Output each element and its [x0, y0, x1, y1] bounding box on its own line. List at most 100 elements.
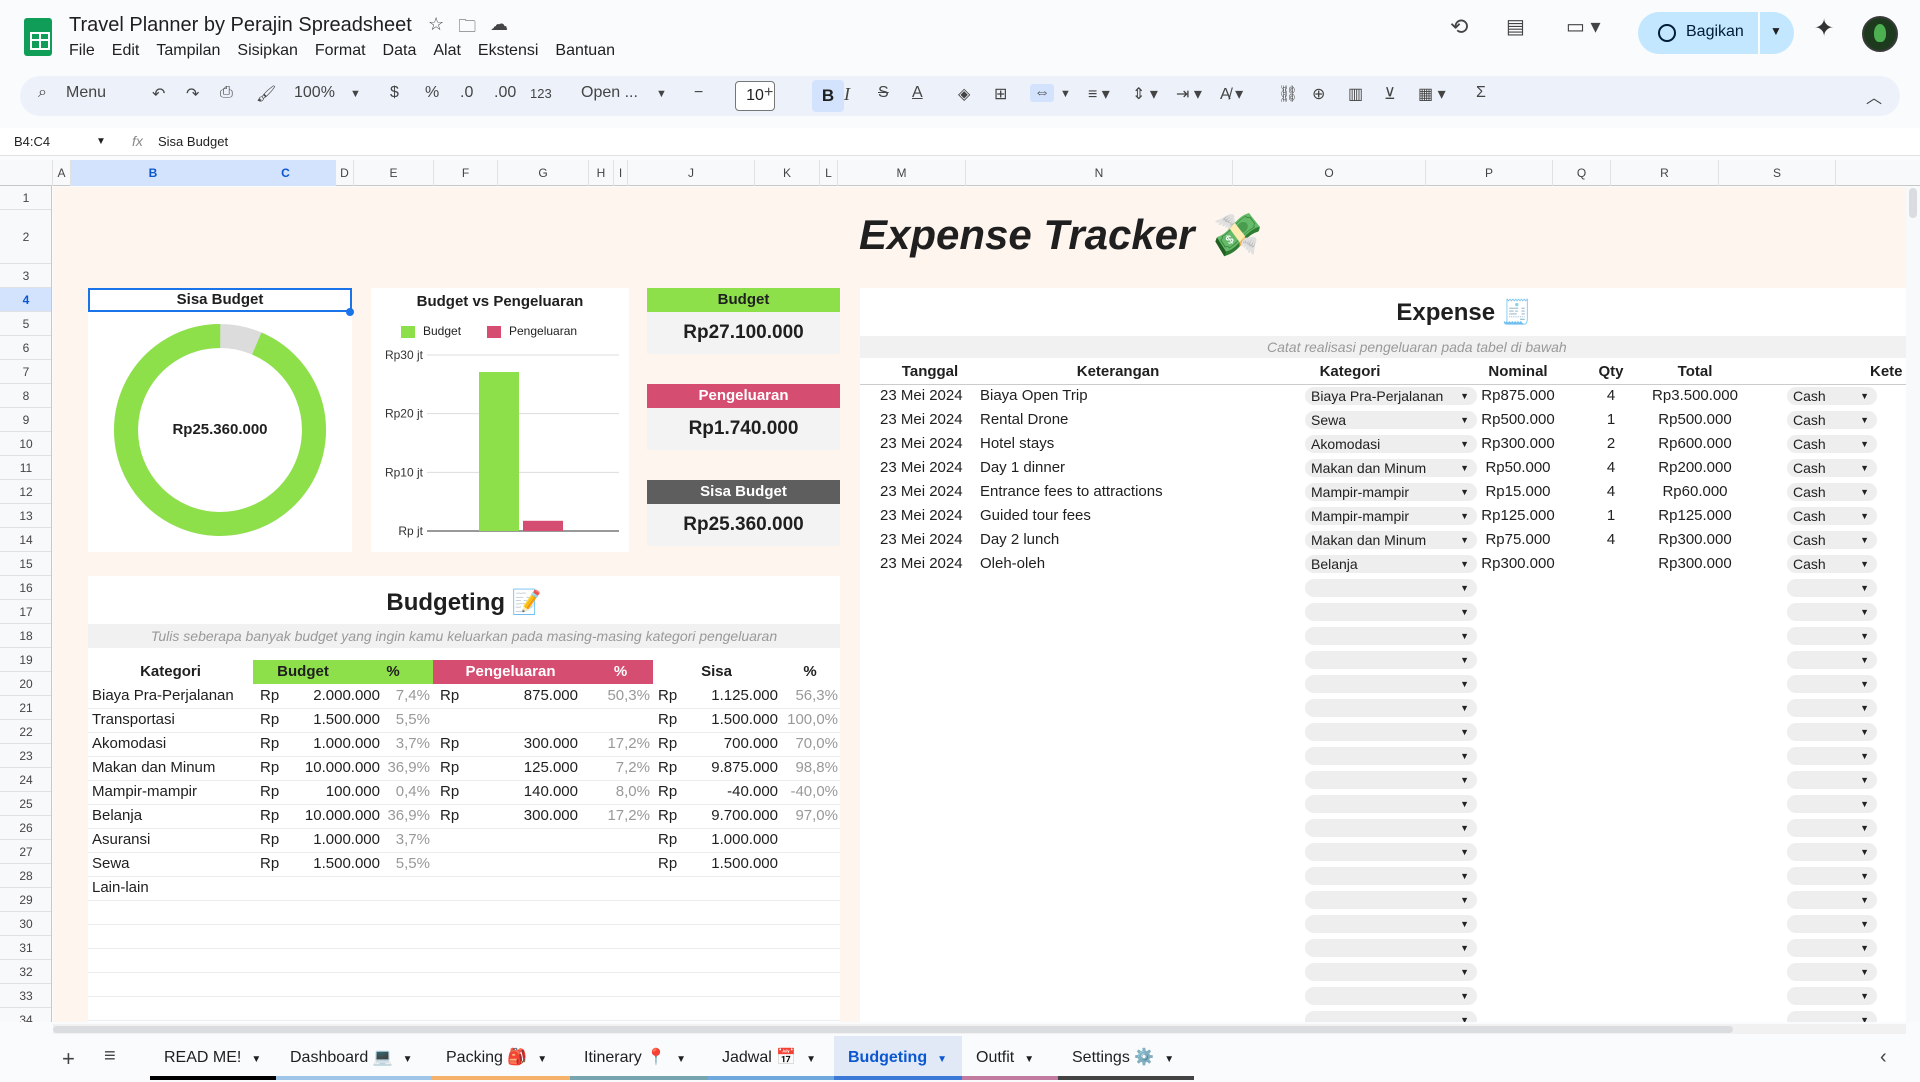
category-dropdown[interactable]: Akomodasi [1305, 435, 1477, 453]
tab-menu-icon[interactable]: ▼ [537, 1054, 547, 1065]
row-header-14[interactable]: 14 [0, 528, 51, 552]
menu-sisipkan[interactable]: Sisipkan [237, 42, 306, 60]
budgeting-cell[interactable]: 3,7% [356, 732, 430, 756]
row-header-30[interactable]: 30 [0, 912, 51, 936]
row-header-27[interactable]: 27 [0, 840, 51, 864]
payment-dropdown[interactable] [1787, 867, 1877, 885]
undo-icon[interactable]: ↶ [152, 84, 165, 104]
column-header-c[interactable]: C [236, 160, 336, 186]
bar-chart-panel[interactable]: Budget vs Pengeluaran Budget Pengeluaran… [371, 288, 629, 552]
budgeting-cell[interactable]: 125.000 [464, 756, 578, 780]
expense-cell[interactable]: 23 Mei 2024 [880, 384, 976, 408]
expense-cell[interactable]: 4 [1583, 480, 1639, 504]
expense-cell[interactable]: 4 [1583, 528, 1639, 552]
budgeting-cell[interactable]: Rp [260, 780, 284, 804]
share-button[interactable]: Bagikan ▼ [1638, 12, 1794, 54]
expense-cell[interactable]: Rp200.000 [1641, 456, 1749, 480]
print-icon[interactable]: ⎙ [220, 84, 233, 102]
budgeting-cell[interactable]: Rp [440, 780, 464, 804]
column-header-a[interactable]: A [53, 160, 71, 186]
payment-dropdown[interactable] [1787, 963, 1877, 981]
row-header-28[interactable]: 28 [0, 864, 51, 888]
payment-dropdown[interactable] [1787, 723, 1877, 741]
category-dropdown[interactable]: Mampir-mampir [1305, 507, 1477, 525]
budgeting-cell[interactable]: 98,8% [780, 756, 838, 780]
row-header-21[interactable]: 21 [0, 696, 51, 720]
payment-dropdown[interactable]: Cash [1787, 555, 1877, 573]
decrease-decimal-button[interactable]: .0 [460, 84, 473, 102]
add-sheet-button[interactable]: + [62, 1046, 75, 1072]
expense-header-cell[interactable]: Kete [1870, 360, 1906, 384]
tab-menu-icon[interactable]: ▼ [806, 1054, 816, 1065]
category-dropdown[interactable]: Sewa [1305, 411, 1477, 429]
row-header-15[interactable]: 15 [0, 552, 51, 576]
category-dropdown[interactable] [1305, 987, 1477, 1005]
tab-menu-icon[interactable]: ▼ [676, 1054, 686, 1065]
expense-cell[interactable]: Rp125.000 [1641, 504, 1749, 528]
star-icon[interactable]: ☆ [428, 14, 444, 44]
row-header-6[interactable]: 6 [0, 336, 51, 360]
row-header-3[interactable]: 3 [0, 264, 51, 288]
menu-bantuan[interactable]: Bantuan [555, 42, 624, 60]
expense-cell[interactable]: 23 Mei 2024 [880, 528, 976, 552]
row-header-29[interactable]: 29 [0, 888, 51, 912]
payment-dropdown[interactable] [1787, 795, 1877, 813]
budgeting-header-cell[interactable]: Sisa [653, 660, 780, 684]
budgeting-cell[interactable]: Sewa [92, 852, 252, 876]
budgeting-cell[interactable]: Transportasi [92, 708, 252, 732]
row-header-10[interactable]: 10 [0, 432, 51, 456]
payment-dropdown[interactable] [1787, 747, 1877, 765]
budgeting-cell[interactable]: 7,2% [582, 756, 650, 780]
payment-dropdown[interactable]: Cash [1787, 435, 1877, 453]
budgeting-cell[interactable]: 8,0% [582, 780, 650, 804]
category-dropdown[interactable]: Makan dan Minum [1305, 531, 1477, 549]
currency-format-button[interactable]: $ [390, 84, 399, 102]
payment-dropdown[interactable] [1787, 651, 1877, 669]
budgeting-cell[interactable]: 50,3% [582, 684, 650, 708]
fill-color-icon[interactable]: ◈ [958, 84, 970, 104]
row-header-2[interactable]: 2 [0, 210, 51, 264]
text-color-button[interactable]: A [912, 84, 923, 102]
category-dropdown[interactable] [1305, 891, 1477, 909]
tab-menu-icon[interactable]: ▼ [403, 1054, 413, 1065]
expense-cell[interactable]: Day 2 lunch [980, 528, 1260, 552]
budgeting-cell[interactable]: Makan dan Minum [92, 756, 252, 780]
category-dropdown[interactable] [1305, 963, 1477, 981]
row-header-5[interactable]: 5 [0, 312, 51, 336]
payment-dropdown[interactable] [1787, 891, 1877, 909]
avatar[interactable] [1862, 16, 1898, 52]
font-size-increase-button[interactable]: + [764, 84, 773, 102]
align-vertical-icon[interactable]: ⇕ ▾ [1132, 84, 1158, 104]
sheet-tab-settings[interactable]: Settings ⚙️ ▼ [1058, 1036, 1194, 1080]
sheet-tab-packing[interactable]: Packing 🎒 ▼ [432, 1036, 570, 1080]
row-header-13[interactable]: 13 [0, 504, 51, 528]
row-header-25[interactable]: 25 [0, 792, 51, 816]
merge-dropdown-icon[interactable]: ▼ [1060, 88, 1071, 100]
budgeting-cell[interactable]: Rp [260, 756, 284, 780]
percent-format-button[interactable]: % [425, 84, 439, 102]
category-dropdown[interactable]: Mampir-mampir [1305, 483, 1477, 501]
payment-dropdown[interactable]: Cash [1787, 531, 1877, 549]
strikethrough-button[interactable]: S [878, 84, 889, 102]
column-header-n[interactable]: N [966, 160, 1233, 186]
row-header-11[interactable]: 11 [0, 456, 51, 480]
row-header-19[interactable]: 19 [0, 648, 51, 672]
tab-menu-icon[interactable]: ▼ [937, 1054, 947, 1065]
expense-cell[interactable]: 4 [1583, 384, 1639, 408]
formula-input[interactable]: Sisa Budget [158, 134, 228, 149]
budgeting-header-cell[interactable]: Budget [253, 660, 353, 684]
category-dropdown[interactable] [1305, 603, 1477, 621]
comments-icon[interactable]: ▤ [1506, 14, 1525, 39]
row-header-1[interactable]: 1 [0, 186, 51, 210]
row-header-8[interactable]: 8 [0, 384, 51, 408]
category-dropdown[interactable] [1305, 819, 1477, 837]
row-header-18[interactable]: 18 [0, 624, 51, 648]
horizontal-scrollbar[interactable] [53, 1024, 1906, 1034]
expense-cell[interactable]: 23 Mei 2024 [880, 456, 976, 480]
merge-cells-icon[interactable]: ⇔ [1030, 84, 1054, 102]
column-header-d[interactable]: D [336, 160, 354, 186]
budgeting-cell[interactable]: Rp [260, 828, 284, 852]
expense-header-cell[interactable]: Kategori [1254, 360, 1446, 384]
expense-cell[interactable]: 1 [1583, 408, 1639, 432]
budgeting-cell[interactable]: 5,5% [356, 708, 430, 732]
